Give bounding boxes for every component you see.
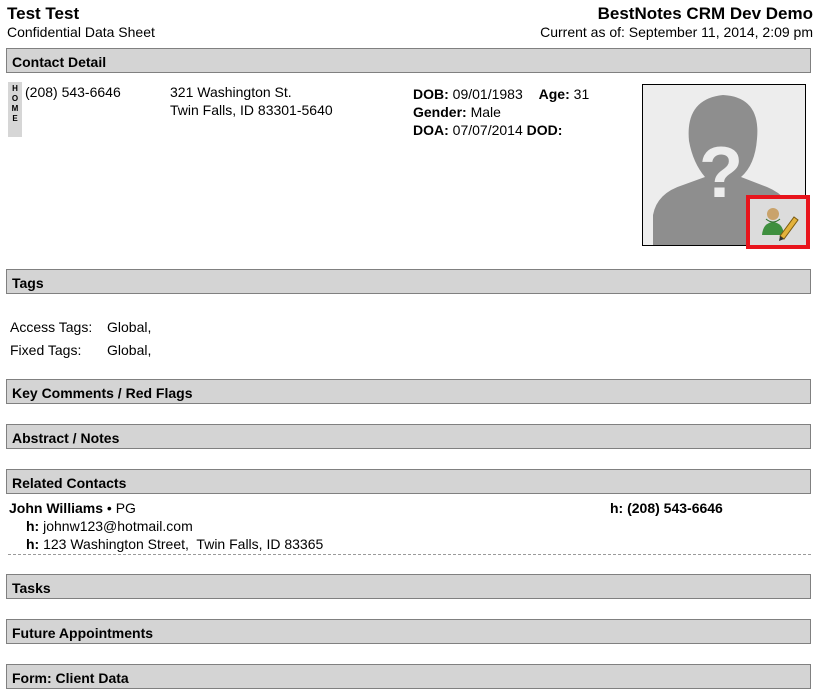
dob-row: DOB: 09/01/1983 Age: 31 [413,86,589,102]
gender-label: Gender: [413,104,467,120]
section-form-client-data: Form: Client Data [6,664,811,689]
related-contact-email-row: h: johnw123@hotmail.com [26,518,193,534]
related-contact-email-label: h: [26,518,40,534]
doa-label: DOA: [413,122,449,138]
doa-value: 07/07/2014 [452,122,523,138]
divider [8,554,811,555]
related-contact-phone: (208) 543-6646 [627,500,723,516]
related-contact-phone-row: h: (208) 543-6646 [610,500,723,516]
gender-row: Gender: Male [413,104,501,120]
section-tags: Tags [6,269,811,294]
phone-type-badge: H O M E [8,82,22,137]
related-contact-address-label: h: [26,536,40,552]
fixed-tags-label: Fixed Tags: [10,342,82,358]
address-line-2: Twin Falls, ID 83301-5640 [170,102,333,118]
current-as-of: Current as of: September 11, 2014, 2:09 … [540,24,813,40]
dob-label: DOB: [413,86,449,102]
phone-type-badge-text: H O M E [11,84,19,123]
edit-person-pencil-icon [762,208,799,241]
fixed-tags-value: Global, [107,342,152,358]
related-contact-name: John Williams [9,500,104,516]
dob-value: 09/01/1983 [452,86,523,102]
section-related-contacts: Related Contacts [6,469,811,494]
section-key-comments: Key Comments / Red Flags [6,379,811,404]
related-contact-phone-label: h: [610,500,624,516]
doa-row: DOA: 07/07/2014 DOD: [413,122,562,138]
access-tags-label: Access Tags: [10,319,93,335]
related-contact-relationship: • PG [106,500,136,516]
address-line-1: 321 Washington St. [170,84,292,100]
access-tags-value: Global, [107,319,152,335]
brand-title: BestNotes CRM Dev Demo [597,4,813,23]
section-contact-detail: Contact Detail [6,48,811,73]
edit-photo-button[interactable] [746,195,810,249]
age-value: 31 [573,86,590,102]
contact-phone: (208) 543-6646 [25,84,121,100]
related-contact-address-row: h: 123 Washington Street, Twin Falls, ID… [26,536,323,552]
related-contact-address: 123 Washington Street, Twin Falls, ID 83… [43,536,324,552]
gender-value: Male [470,104,501,120]
age-label: Age: [538,86,570,102]
related-contact-email: johnw123@hotmail.com [43,518,193,534]
section-future-appointments: Future Appointments [6,619,811,644]
svg-text:?: ? [699,133,743,213]
page-subtitle: Confidential Data Sheet [7,24,155,40]
related-contact-name-row: John Williams • PG [9,500,136,516]
contact-name: Test Test [7,4,80,23]
section-tasks: Tasks [6,574,811,599]
dod-label: DOD: [526,122,563,138]
section-abstract-notes: Abstract / Notes [6,424,811,449]
